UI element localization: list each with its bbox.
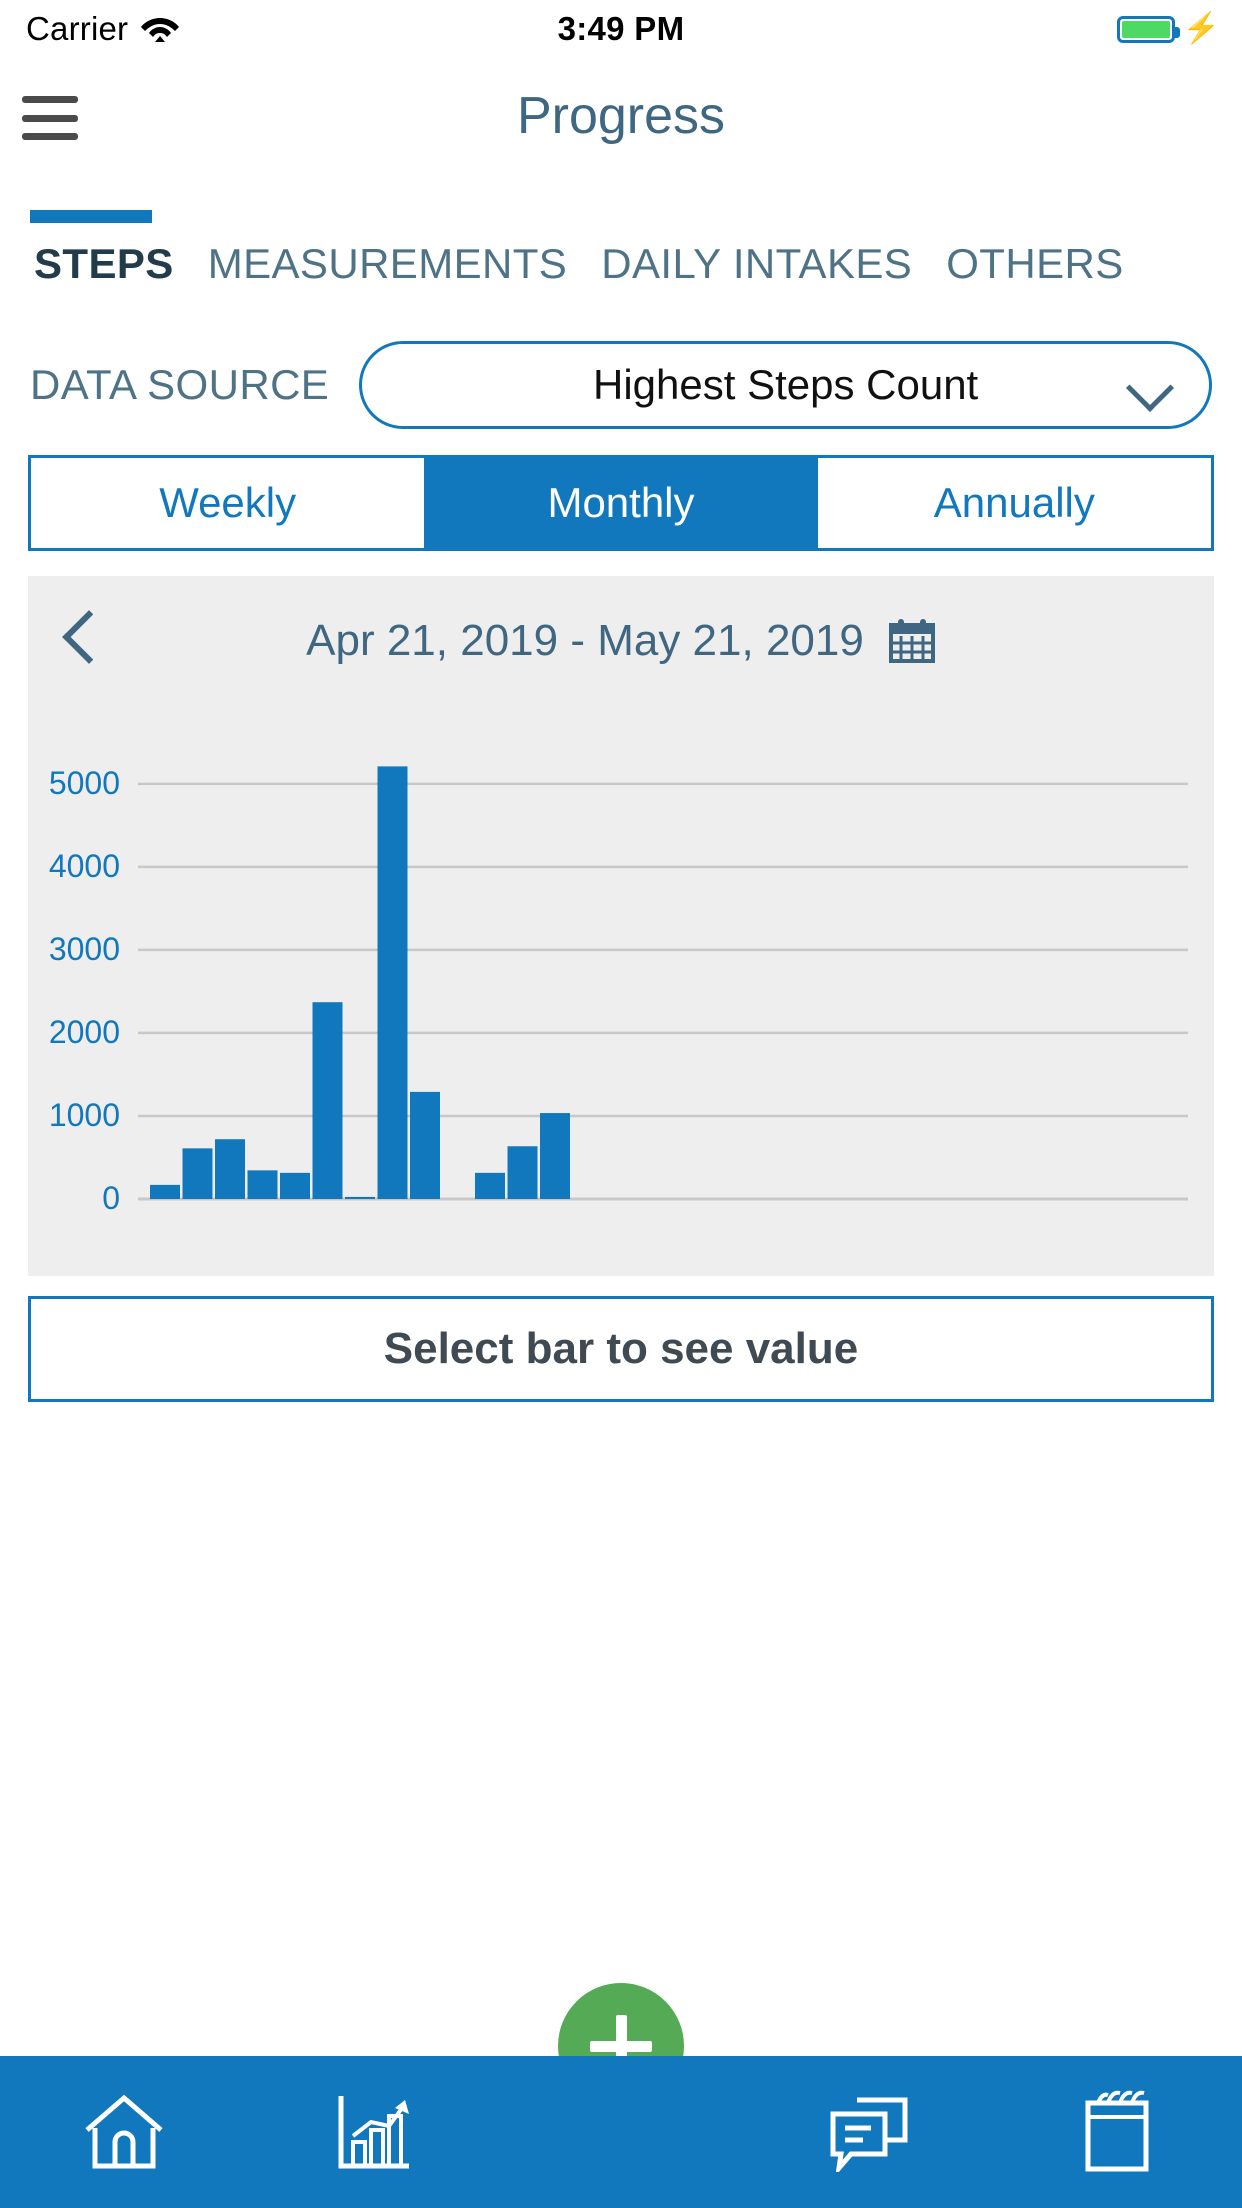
status-bar: Carrier 3:49 PM ⚡ [0,0,1242,58]
tab-daily-intakes[interactable]: DAILY INTAKES [601,240,912,288]
date-range-row: Apr 21, 2019 - May 21, 2019 [28,576,1214,706]
page-title: Progress [0,86,1242,146]
nav-bar: Progress [0,58,1242,178]
chart-bar[interactable] [183,1148,213,1199]
y-axis-tick-label: 2000 [49,1014,120,1050]
y-axis-tick-label: 0 [102,1180,120,1216]
y-axis-tick-label: 4000 [49,848,120,884]
chart-bar[interactable] [410,1092,440,1199]
nav-item-home[interactable] [0,2092,248,2172]
chart-bar[interactable] [313,1002,343,1199]
select-bar-button[interactable]: Select bar to see value [28,1296,1214,1402]
chart-bar[interactable] [248,1170,278,1199]
nav-item-notes[interactable] [994,2089,1242,2175]
tab-active-indicator [30,210,152,223]
charging-bolt-icon: ⚡ [1183,14,1220,44]
data-source-label: DATA SOURCE [30,361,329,409]
chat-icon [827,2092,911,2172]
y-axis-tick-label: 5000 [49,765,120,801]
tab-measurements[interactable]: MEASUREMENTS [208,240,568,288]
tab-row: STEPS MEASUREMENTS DAILY INTAKES OTHERS [0,240,1242,288]
status-bar-right: ⚡ [1117,0,1220,58]
period-segmented-control: Weekly Monthly Annually [28,455,1214,551]
segment-annually[interactable]: Annually [818,458,1211,548]
chart-bar[interactable] [150,1185,180,1199]
bottom-nav [0,2056,1242,2208]
y-axis-tick-label: 1000 [49,1097,120,1133]
battery-icon [1117,16,1175,43]
data-source-dropdown[interactable]: Highest Steps Count [359,341,1212,429]
tab-others[interactable]: OTHERS [946,240,1123,288]
chart-bar[interactable] [280,1173,310,1199]
data-source-row: DATA SOURCE Highest Steps Count [0,330,1242,440]
chart-bar[interactable] [508,1146,538,1199]
home-icon [81,2092,167,2172]
calendar-icon[interactable] [888,618,936,664]
date-range-label: Apr 21, 2019 - May 21, 2019 [306,616,864,666]
nav-item-progress[interactable] [248,2092,496,2172]
app-screen: Carrier 3:49 PM ⚡ Progress STEPS MEASURE… [0,0,1242,2208]
chart-bar[interactable] [475,1173,505,1199]
y-axis-tick-label: 3000 [49,931,120,967]
tab-bar: STEPS MEASUREMENTS DAILY INTAKES OTHERS [0,178,1242,298]
chevron-down-icon [1126,364,1174,412]
segment-weekly[interactable]: Weekly [31,458,424,548]
segment-monthly[interactable]: Monthly [424,458,817,548]
notepad-icon [1078,2089,1158,2175]
chart-bar[interactable] [540,1113,570,1199]
chart-card: Apr 21, 2019 - May 21, 2019 [28,576,1214,1276]
data-source-value: Highest Steps Count [593,361,978,409]
bar-chart-icon [333,2092,413,2172]
tab-steps[interactable]: STEPS [34,240,174,288]
chart-bar[interactable] [378,766,408,1199]
select-bar-label: Select bar to see value [384,1324,858,1374]
steps-bar-chart[interactable]: 0 1000 2000 3000 4000 5000 [28,706,1214,1276]
chevron-left-icon[interactable] [62,610,116,664]
chart-bar[interactable] [215,1139,245,1199]
nav-item-messages[interactable] [745,2092,993,2172]
clock-label: 3:49 PM [0,10,1242,48]
chart-bar[interactable] [345,1197,375,1199]
